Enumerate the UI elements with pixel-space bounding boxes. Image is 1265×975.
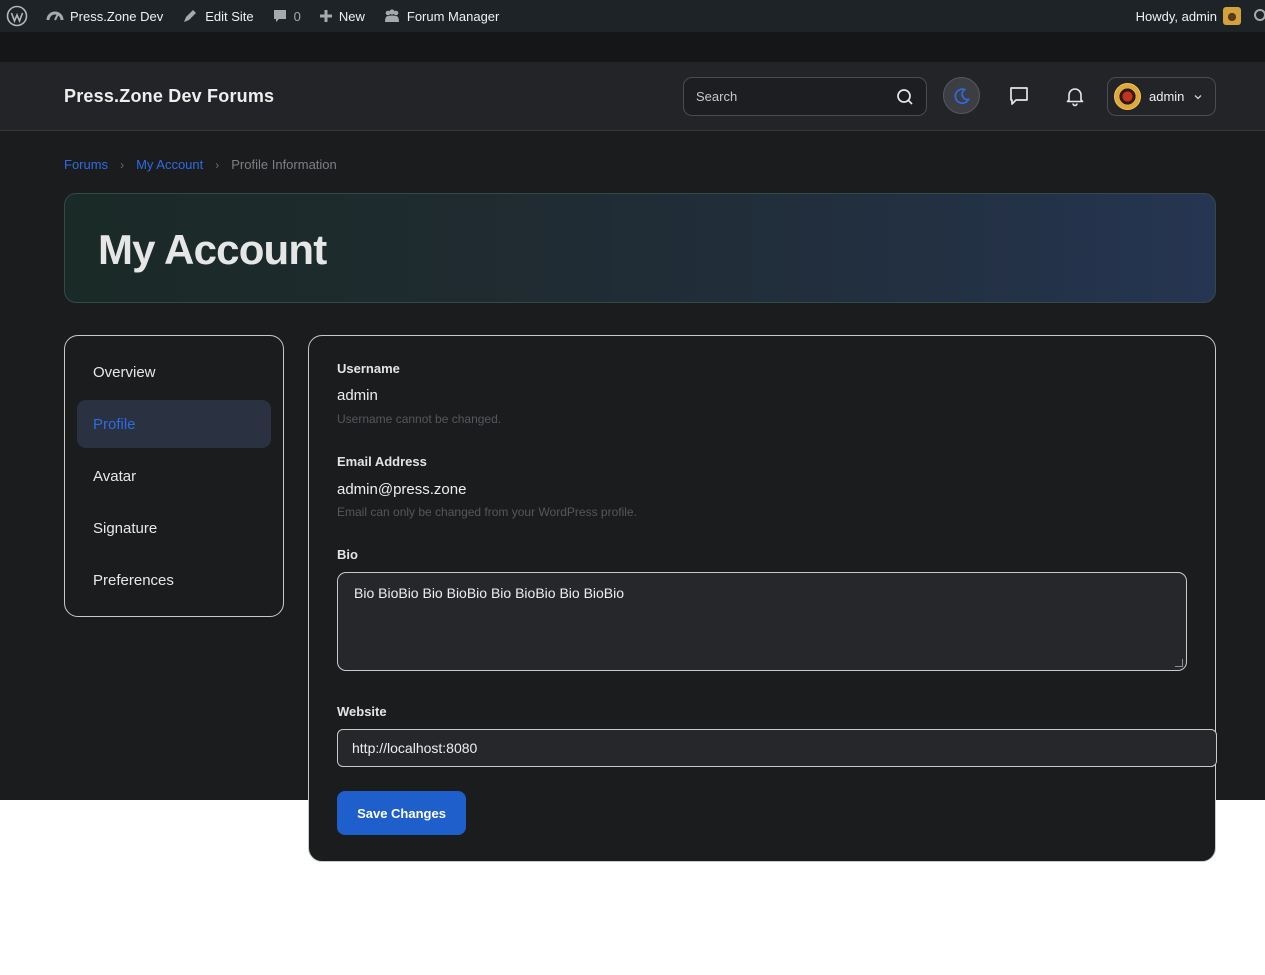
plus-icon (319, 10, 332, 22)
account-sidebar: Overview Profile Avatar Signature Prefer… (64, 335, 284, 617)
search-input[interactable] (696, 89, 896, 104)
breadcrumb-separator-icon: › (120, 157, 125, 172)
my-account-menu[interactable]: Howdy, admin (1127, 0, 1249, 32)
forum-manager-label: Forum Manager (406, 8, 500, 24)
comments-link[interactable]: 0 (263, 0, 310, 32)
page-hero: My Account (64, 193, 1216, 303)
email-help: Email can only be changed from your Word… (337, 505, 637, 519)
username-label: Username (337, 361, 400, 376)
bio-label: Bio (337, 547, 358, 562)
admin-bar-avatar (1223, 7, 1241, 25)
edit-site-link[interactable]: Edit Site (172, 0, 262, 32)
dashboard-icon (46, 11, 64, 21)
new-content-menu[interactable]: New (310, 0, 374, 32)
sidebar-item-overview[interactable]: Overview (77, 348, 271, 396)
username-help: Username cannot be changed. (337, 412, 502, 426)
breadcrumb-my-account[interactable]: My Account (136, 157, 203, 172)
message-icon (1010, 87, 1028, 105)
username-value: admin (337, 387, 378, 404)
sidebar-item-profile[interactable]: Profile (77, 400, 271, 448)
breadcrumb-current: Profile Information (231, 157, 337, 172)
wp-admin-bar: Press.Zone Dev Edit Site 0 New Forum Man… (0, 0, 1265, 32)
save-changes-button[interactable]: Save Changes (337, 791, 466, 835)
messages-button[interactable] (1007, 84, 1031, 108)
website-label: Website (337, 704, 387, 719)
forum-manager-link[interactable]: Forum Manager (374, 0, 508, 32)
theme-toggle-button[interactable] (943, 77, 980, 114)
moon-icon (954, 87, 970, 104)
admin-bar-search[interactable] (1249, 0, 1265, 32)
email-value: admin@press.zone (337, 481, 467, 498)
chevron-down-icon (1194, 94, 1202, 99)
comments-count: 0 (293, 8, 301, 24)
site-title[interactable]: Press.Zone Dev Forums (64, 86, 274, 107)
search-field[interactable] (683, 77, 927, 116)
forum-header: Press.Zone Dev Forums admin (0, 62, 1265, 131)
edit-site-label: Edit Site (205, 8, 254, 24)
new-label: New (338, 8, 365, 24)
site-name-menu[interactable]: Press.Zone Dev (37, 0, 172, 32)
search-icon[interactable] (896, 88, 914, 106)
bio-text: Bio BioBio Bio BioBio Bio BioBio Bio Bio… (354, 585, 625, 601)
sidebar-item-signature[interactable]: Signature (77, 504, 271, 552)
bio-textarea[interactable]: Bio BioBio Bio BioBio Bio BioBio Bio Bio… (337, 572, 1187, 671)
sidebar-item-avatar[interactable]: Avatar (77, 452, 271, 500)
email-label: Email Address (337, 454, 427, 469)
breadcrumb: Forums › My Account › Profile Informatio… (64, 157, 337, 172)
wordpress-logo-icon (6, 5, 28, 27)
website-input[interactable] (337, 729, 1217, 767)
resize-handle-icon[interactable] (1175, 659, 1183, 667)
wp-logo-menu[interactable] (0, 0, 37, 32)
breadcrumb-forums[interactable]: Forums (64, 157, 108, 172)
skip-strip (0, 32, 1265, 62)
search-icon (1254, 9, 1265, 21)
site-name-label: Press.Zone Dev (70, 8, 164, 24)
groups-icon (384, 9, 399, 22)
avatar (1114, 83, 1141, 110)
breadcrumb-separator-icon: › (215, 157, 220, 172)
user-menu-button[interactable]: admin (1107, 77, 1216, 116)
pencil-icon (184, 10, 197, 22)
bell-icon (1066, 88, 1084, 107)
comment-icon (273, 10, 286, 22)
howdy-label: Howdy, admin (1135, 8, 1217, 24)
sidebar-item-preferences[interactable]: Preferences (77, 556, 271, 604)
page-title: My Account (98, 226, 327, 273)
profile-form-panel: Username admin Username cannot be change… (308, 335, 1217, 862)
notifications-button[interactable] (1063, 84, 1087, 108)
user-name: admin (1149, 89, 1185, 104)
